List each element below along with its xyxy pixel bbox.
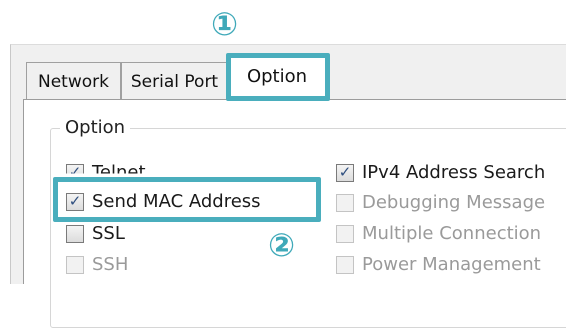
power-management-checkbox[interactable]: Power Management [336,254,541,275]
step-1-marker: ① [211,5,239,43]
tab-serial-port[interactable]: Serial Port [121,62,228,100]
ssh-label: SSH [92,254,129,275]
option-group-title: Option [60,117,131,138]
debugging-message-checkbox[interactable]: Debugging Message [336,192,545,213]
send-mac-address-checkbox[interactable]: ✓ Send MAC Address [66,191,261,212]
ssl-checkbox[interactable]: SSL [66,223,125,244]
checkbox-box [336,255,354,274]
checkbox-box [66,224,84,243]
tab-network[interactable]: Network [26,62,121,100]
tab-option[interactable]: Option [228,56,326,100]
debugging-message-label: Debugging Message [362,192,546,213]
power-management-label: Power Management [362,254,541,275]
checkbox-box [336,193,354,212]
step-2-marker: ② [268,226,296,264]
check-icon: ✓ [66,192,84,211]
ssl-label: SSL [92,223,125,244]
checkbox-box [336,224,354,243]
ssh-checkbox[interactable]: SSH [66,254,128,275]
ipv4-address-search-checkbox[interactable]: ✓ IPv4 Address Search [336,162,545,183]
multiple-connection-checkbox[interactable]: Multiple Connection [336,223,541,244]
checkbox-box [66,255,84,274]
multiple-connection-label: Multiple Connection [362,223,542,244]
send-mac-address-label: Send MAC Address [92,191,261,212]
ipv4-address-search-label: IPv4 Address Search [362,162,546,183]
check-icon: ✓ [336,163,354,182]
